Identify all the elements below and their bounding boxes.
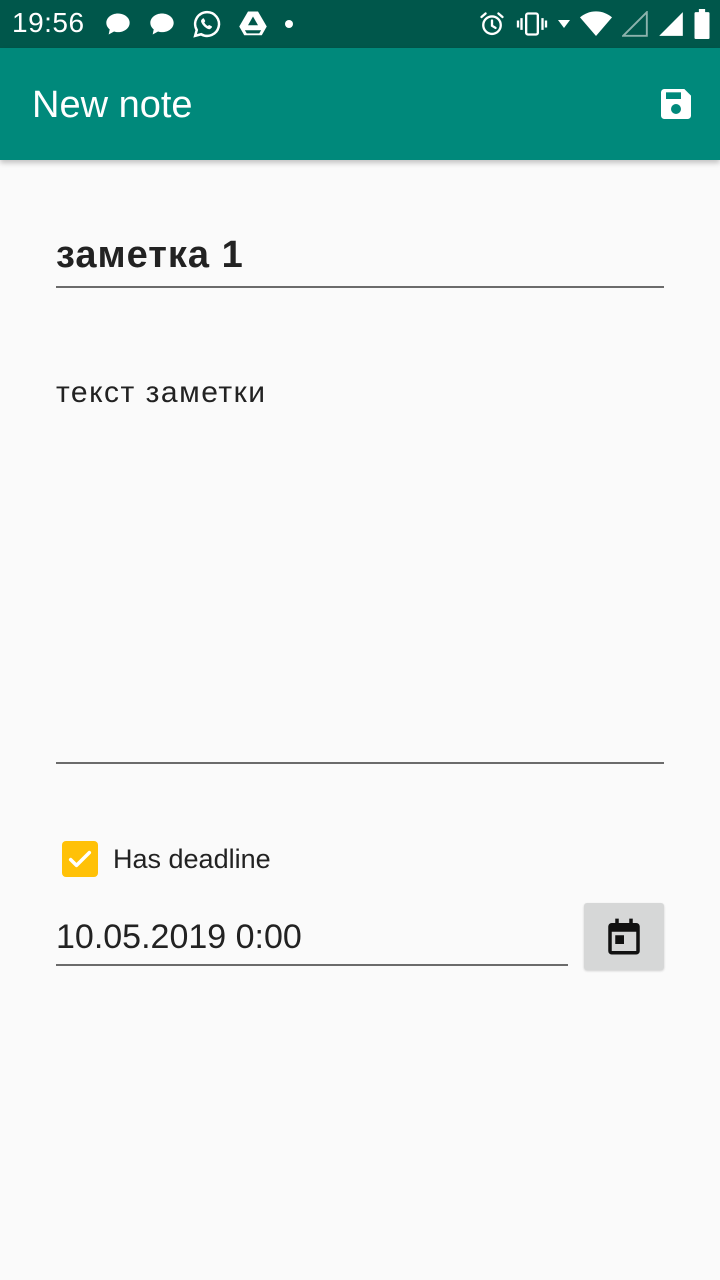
app-bar: New note bbox=[0, 48, 720, 160]
dot-icon bbox=[285, 20, 293, 28]
status-time: 19:56 bbox=[12, 7, 85, 38]
note-body-value: текст заметки bbox=[56, 376, 267, 409]
notification-icons bbox=[104, 10, 294, 38]
date-picker-button[interactable] bbox=[584, 903, 664, 970]
deadline-date-value: 10.05.2019 0:00 bbox=[56, 918, 302, 956]
checkmark-icon bbox=[68, 850, 92, 868]
alarm-icon bbox=[480, 12, 504, 36]
signal-icon bbox=[622, 11, 648, 37]
arrow-down-icon bbox=[558, 20, 570, 28]
note-body-input[interactable]: текст заметки bbox=[56, 370, 664, 764]
system-icons bbox=[478, 8, 710, 40]
status-bar: 19:56 bbox=[0, 0, 720, 48]
save-icon bbox=[661, 89, 691, 119]
signal-icon bbox=[659, 12, 683, 36]
drive-icon bbox=[239, 11, 267, 36]
save-button[interactable] bbox=[654, 82, 698, 126]
battery-icon bbox=[694, 9, 710, 39]
whatsapp-icon bbox=[193, 10, 221, 38]
page-title: New note bbox=[32, 84, 193, 126]
has-deadline-checkbox-row[interactable]: Has deadline bbox=[62, 840, 271, 878]
wifi-icon bbox=[580, 11, 612, 37]
message-icon bbox=[150, 13, 174, 35]
message-icon bbox=[106, 13, 130, 35]
calendar-icon bbox=[608, 918, 640, 954]
has-deadline-label: Has deadline bbox=[113, 843, 271, 874]
note-title-value: заметка 1 bbox=[56, 234, 244, 276]
has-deadline-checkbox[interactable] bbox=[62, 841, 98, 877]
vibrate-icon bbox=[516, 12, 548, 36]
deadline-date-input[interactable]: 10.05.2019 0:00 bbox=[56, 910, 568, 966]
note-title-input[interactable]: заметка 1 bbox=[56, 232, 664, 288]
